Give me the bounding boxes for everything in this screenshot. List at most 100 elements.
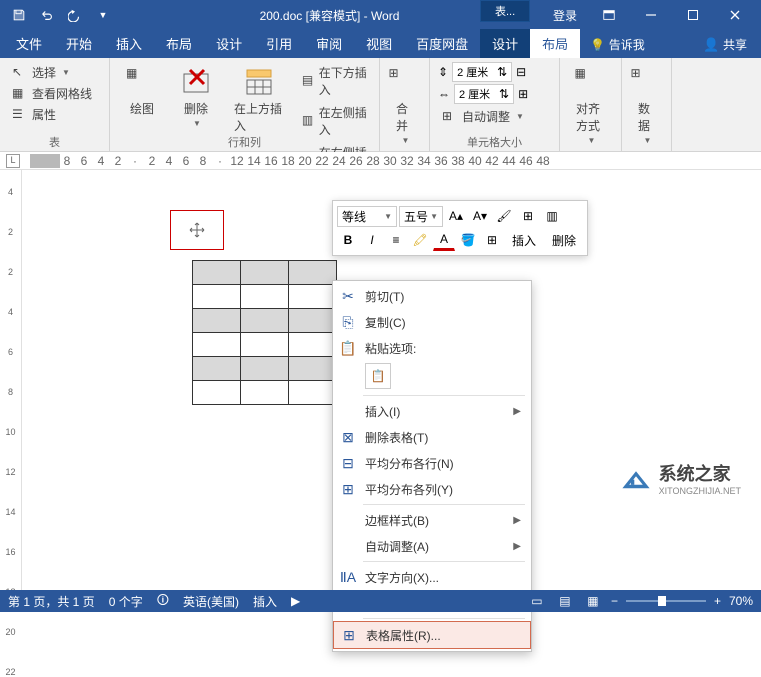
status-bar: 第 1 页，共 1 页 0 个字 🛈 英语(美国) 插入 ▶ ▭ ▤ ▦ − +… xyxy=(0,590,761,612)
height-icon: ⇕ xyxy=(438,65,448,79)
font-color-icon[interactable]: A xyxy=(433,229,455,251)
ctx-insert[interactable]: 插入(I)▶ xyxy=(333,398,531,424)
document-table[interactable] xyxy=(192,260,337,405)
tab-selector-icon[interactable]: L xyxy=(6,154,20,168)
ctx-dist-rows[interactable]: ⊟平均分布各行(N) xyxy=(333,450,531,476)
align-icon: ▦ xyxy=(575,66,607,98)
horizontal-ruler[interactable]: L 8642·2468·1214161820222426283032343638… xyxy=(0,152,761,170)
borders-icon[interactable]: ⊞ xyxy=(481,229,503,251)
tab-insert[interactable]: 插入 xyxy=(104,29,154,58)
account-signin[interactable]: 登录 xyxy=(543,1,587,29)
dist-rows-icon[interactable]: ⊟ xyxy=(516,65,526,79)
cursor-icon: ↖ xyxy=(12,65,28,81)
status-words[interactable]: 0 个字 xyxy=(109,593,143,610)
view-gridlines-button[interactable]: ▦查看网格线 xyxy=(8,83,101,104)
tab-file[interactable]: 文件 xyxy=(4,29,54,58)
status-accessibility-icon[interactable]: 🛈 xyxy=(157,591,169,612)
shrink-font-icon[interactable]: A▾ xyxy=(469,205,491,227)
autofit-button[interactable]: ⊞自动调整▼ xyxy=(438,106,551,127)
tab-table-layout[interactable]: 布局 xyxy=(530,29,580,58)
table-move-handle[interactable] xyxy=(170,210,224,250)
table-style-icon[interactable]: ⊞ xyxy=(517,205,539,227)
tab-layout[interactable]: 布局 xyxy=(154,29,204,58)
ctx-paste-label: 📋粘贴选项: xyxy=(333,335,531,361)
zoom-in-icon[interactable]: + xyxy=(714,594,721,608)
props-icon: ☰ xyxy=(12,107,28,123)
insert-mini-button[interactable]: 插入 xyxy=(505,229,543,251)
dist-rows-icon: ⊟ xyxy=(339,454,357,472)
ctx-copy[interactable]: ⎘复制(C) xyxy=(333,309,531,335)
col-width-input[interactable]: ⇅ xyxy=(454,84,514,104)
highlight-icon[interactable]: 🖍 xyxy=(409,229,431,251)
ctx-dist-cols[interactable]: ⊞平均分布各列(Y) xyxy=(333,476,531,502)
tab-review[interactable]: 审阅 xyxy=(304,29,354,58)
font-size-select[interactable]: 五号▼ xyxy=(399,206,443,227)
redo-icon[interactable] xyxy=(62,2,88,28)
ctx-cut[interactable]: ✂剪切(T) xyxy=(333,283,531,309)
dist-cols-icon[interactable]: ⊞ xyxy=(518,87,528,101)
autofit-icon: ⊞ xyxy=(442,109,458,125)
row-below-icon: ▤ xyxy=(302,73,315,89)
watermark: 系统之家XITONGZHIJIA.NET xyxy=(619,460,741,496)
delete-x-icon xyxy=(180,66,212,98)
align-icon[interactable]: ≡ xyxy=(385,229,407,251)
delete-mini-button[interactable]: 删除 xyxy=(545,229,583,251)
ribbon-options-icon[interactable] xyxy=(589,1,629,29)
tab-design[interactable]: 设计 xyxy=(204,29,254,58)
data-button[interactable]: ⊞数据▼ xyxy=(630,62,663,149)
col-left-icon: ▥ xyxy=(302,113,315,129)
view-web-icon[interactable]: ▦ xyxy=(583,593,603,609)
alignment-button[interactable]: ▦对齐方式▼ xyxy=(568,62,613,149)
format-painter-icon[interactable]: 🖌 xyxy=(493,205,515,227)
maximize-icon[interactable] xyxy=(673,1,713,29)
tab-view[interactable]: 视图 xyxy=(354,29,404,58)
mini-toolbar: 等线▼ 五号▼ A▴ A▾ 🖌 ⊞ ▥ B I ≡ 🖍 A 🪣 ⊞ 插入 删除 xyxy=(332,200,588,256)
tell-me[interactable]: 💡 告诉我 xyxy=(580,31,655,58)
status-page[interactable]: 第 1 页，共 1 页 xyxy=(8,593,95,610)
view-print-icon[interactable]: ▤ xyxy=(555,593,575,609)
shading-icon[interactable]: 🪣 xyxy=(457,229,479,251)
status-insert[interactable]: 插入 xyxy=(253,593,277,610)
font-family-select[interactable]: 等线▼ xyxy=(337,206,397,227)
insert-above-icon xyxy=(243,66,275,98)
ctx-table-properties[interactable]: ⊞表格属性(R)... xyxy=(333,621,531,649)
merge-button[interactable]: ⊞合并▼ xyxy=(388,62,421,149)
copy-icon: ⎘ xyxy=(339,313,357,331)
tab-home[interactable]: 开始 xyxy=(54,29,104,58)
ctx-border-style[interactable]: 边框样式(B)▶ xyxy=(333,507,531,533)
save-icon[interactable] xyxy=(6,2,32,28)
status-macro-icon[interactable]: ▶ xyxy=(291,594,300,608)
clipboard-icon: 📋 xyxy=(339,339,357,357)
minimize-icon[interactable] xyxy=(631,1,671,29)
tab-baidu[interactable]: 百度网盘 xyxy=(404,29,480,58)
insert-below-button[interactable]: ▤在下方插入 xyxy=(298,62,371,100)
close-icon[interactable] xyxy=(715,1,755,29)
zoom-out-icon[interactable]: − xyxy=(611,594,618,608)
ctx-autofit[interactable]: 自动调整(A)▶ xyxy=(333,533,531,559)
select-button[interactable]: ↖选择▼ xyxy=(8,62,101,83)
qat-more-icon[interactable]: ▼ xyxy=(90,2,116,28)
bold-icon[interactable]: B xyxy=(337,229,359,251)
paste-option-1[interactable]: 📋 xyxy=(365,363,391,389)
draw-icon: ▦ xyxy=(126,66,158,98)
vertical-ruler[interactable]: 42 246810121416182022 xyxy=(0,170,22,590)
row-height-input[interactable]: ⇅ xyxy=(452,62,512,82)
tab-table-design[interactable]: 设计 xyxy=(480,29,530,58)
undo-icon[interactable] xyxy=(34,2,60,28)
grow-font-icon[interactable]: A▴ xyxy=(445,205,467,227)
data-icon: ⊞ xyxy=(631,66,663,98)
properties-button[interactable]: ☰属性 xyxy=(8,104,101,125)
delete-table-icon: ⊠ xyxy=(339,428,357,446)
tab-references[interactable]: 引用 xyxy=(254,29,304,58)
column-icon[interactable]: ▥ xyxy=(541,205,563,227)
italic-icon[interactable]: I xyxy=(361,229,383,251)
share-button[interactable]: 👤 共享 xyxy=(689,31,761,58)
zoom-level[interactable]: 70% xyxy=(729,594,753,608)
zoom-slider[interactable] xyxy=(626,600,706,602)
document-title: 200.doc [兼容模式] - Word xyxy=(116,7,543,24)
group-cellsize-label: 单元格大小 xyxy=(430,134,559,150)
status-language[interactable]: 英语(美国) xyxy=(183,593,239,610)
view-read-icon[interactable]: ▭ xyxy=(527,593,547,609)
ctx-delete-table[interactable]: ⊠删除表格(T) xyxy=(333,424,531,450)
ctx-text-direction[interactable]: ⅡA文字方向(X)... xyxy=(333,564,531,590)
